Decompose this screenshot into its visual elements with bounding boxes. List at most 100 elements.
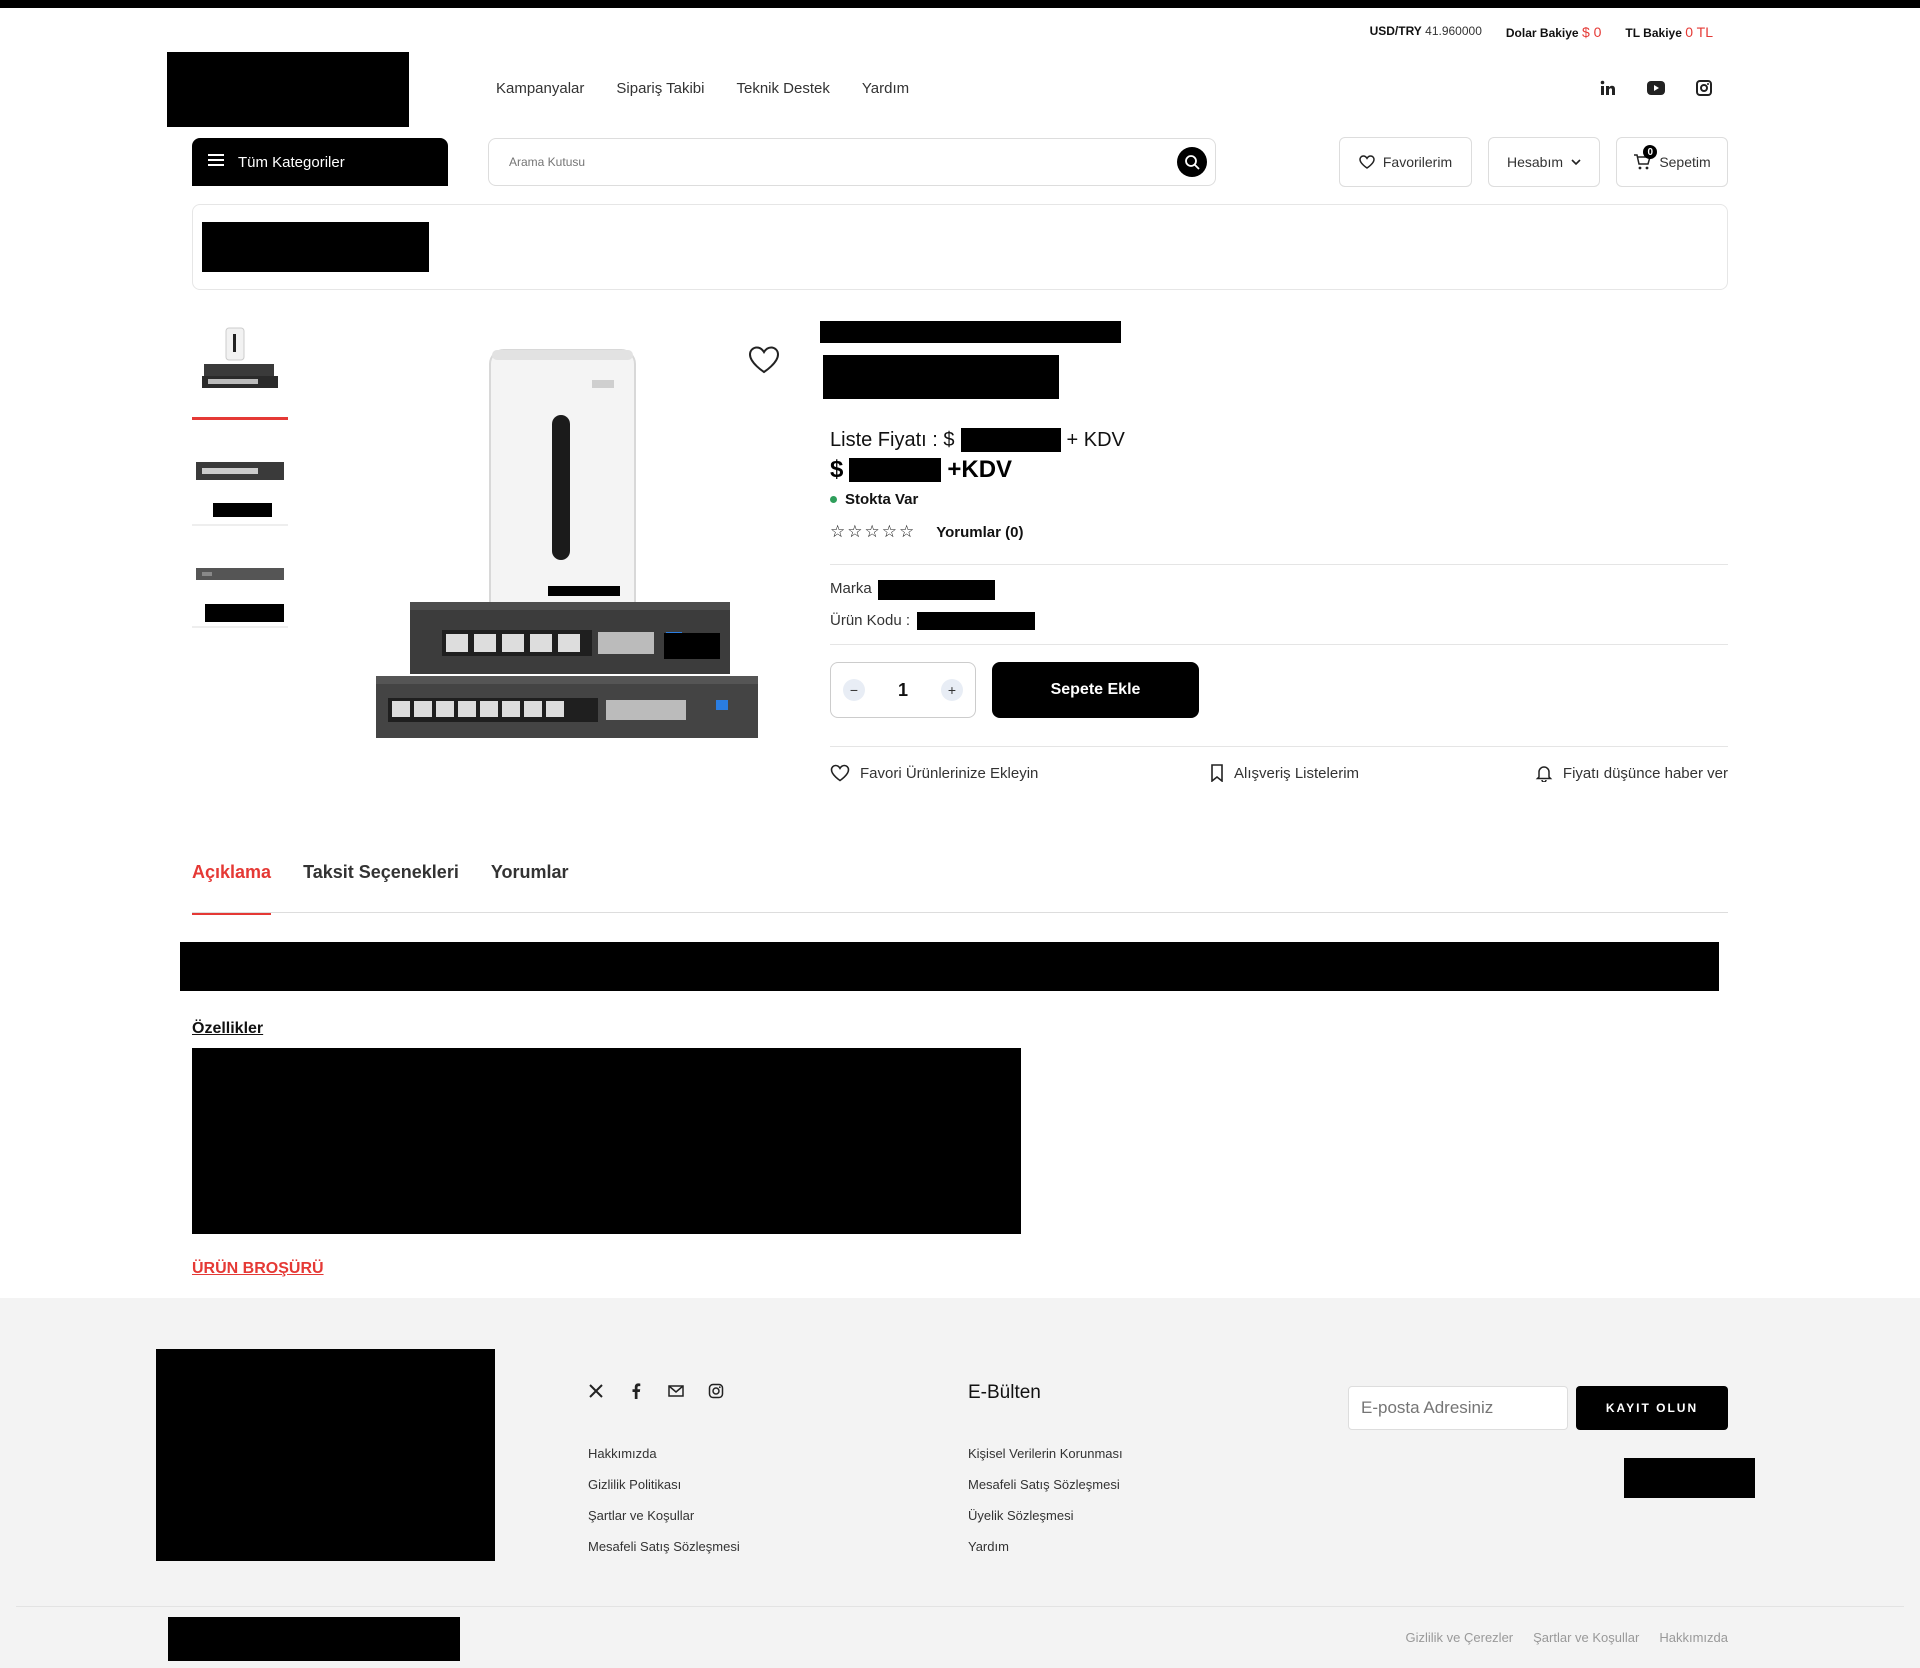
currency-rates: USD/TRY 41.960000 Dolar Bakiye $ 0 TL Ba… — [1370, 24, 1713, 40]
usd-try-label: USD/TRY — [1369, 24, 1422, 38]
thumbnail-1[interactable] — [192, 320, 288, 420]
nav-item-yardim[interactable]: Yardım — [862, 80, 909, 97]
stock-status-label: Stokta Var — [845, 491, 919, 508]
add-favorite-heart-button[interactable] — [748, 345, 784, 381]
stock-dot — [830, 496, 837, 503]
product-image-label-redacted-2 — [664, 633, 720, 659]
account-button[interactable]: Hesabım — [1488, 137, 1600, 187]
thumbnail-3-caption — [205, 604, 284, 622]
nav-item-siparis-takibi[interactable]: Sipariş Takibi — [616, 80, 704, 97]
product-brochure-link[interactable]: ÜRÜN BROŞÜRÜ — [192, 1260, 324, 1278]
footer-social — [587, 1382, 725, 1400]
all-categories-button[interactable]: Tüm Kategoriler — [192, 138, 448, 186]
heart-icon — [748, 346, 780, 374]
linkedin-icon[interactable] — [1598, 78, 1618, 98]
cart-label: Sepetim — [1659, 154, 1711, 170]
bottom-link-sartlar[interactable]: Şartlar ve Koşullar — [1533, 1630, 1639, 1645]
footer-link-hakkimizda[interactable]: Hakkımızda — [588, 1446, 740, 1461]
add-to-favorites-link[interactable]: Favori Ürünlerinize Ekleyin — [830, 764, 1038, 782]
footer-badge-redacted — [1624, 1458, 1755, 1498]
tabs-divider — [192, 912, 1728, 913]
instagram-icon[interactable] — [1694, 78, 1714, 98]
search-button[interactable] — [1177, 147, 1207, 177]
bottom-link-gizlilik-cerezler[interactable]: Gizlilik ve Çerezler — [1406, 1630, 1514, 1645]
footer-links-1: Hakkımızda Gizlilik Politikası Şartlar v… — [588, 1446, 740, 1554]
product-title-line-2 — [823, 355, 1059, 399]
price-alert-label: Fiyatı düşünce haber ver — [1562, 764, 1728, 782]
dollar-balance-value: $ 0 — [1581, 24, 1602, 40]
product-image-label-redacted — [548, 586, 620, 596]
rating: ☆☆☆☆☆ Yorumlar (0) — [830, 522, 1023, 542]
tab-aciklama[interactable]: Açıklama — [192, 862, 272, 915]
favorites-button[interactable]: Favorilerim — [1339, 137, 1472, 187]
instagram-icon[interactable] — [707, 1382, 725, 1400]
list-price-suffix: + KDV — [1066, 428, 1125, 451]
product-image[interactable] — [370, 340, 770, 740]
product-code-row: Ürün Kodu : — [830, 612, 910, 629]
description-redacted — [180, 942, 1719, 991]
x-icon[interactable] — [587, 1382, 605, 1400]
nav-item-kampanyalar[interactable]: Kampanyalar — [496, 80, 584, 97]
heart-icon — [830, 764, 850, 782]
search-box — [488, 138, 1216, 186]
nav-item-teknik-destek[interactable]: Teknik Destek — [737, 80, 830, 97]
price-alert-link[interactable]: Fiyatı düşünce haber ver — [1535, 764, 1728, 782]
footer-link-yardim[interactable]: Yardım — [968, 1539, 1123, 1554]
product-tabs: Açıklama Taksit Seçenekleri Yorumlar — [192, 862, 569, 915]
decrease-quantity-button[interactable]: − — [843, 679, 865, 701]
cart-icon: 0 — [1633, 145, 1658, 170]
tab-taksit-secenekleri[interactable]: Taksit Seçenekleri — [303, 862, 459, 915]
footer-links-2: Kişisel Verilerin Korunması Mesafeli Sat… — [968, 1446, 1123, 1554]
newsletter-title: E-Bülten — [968, 1382, 1041, 1403]
mail-icon[interactable] — [667, 1382, 685, 1400]
footer-link-kvkk[interactable]: Kişisel Verilerin Korunması — [968, 1446, 1123, 1461]
features-title: Özellikler — [192, 1020, 264, 1037]
product-code-label: Ürün Kodu : — [830, 612, 911, 629]
footer-link-sartlar[interactable]: Şartlar ve Koşullar — [588, 1508, 740, 1523]
list-price-value-redacted — [960, 428, 1061, 452]
search-input[interactable] — [509, 155, 1177, 169]
tl-balance-label: TL Bakiye — [1625, 26, 1682, 40]
product-price: $ +KDV — [830, 456, 1012, 484]
quantity-value[interactable]: 1 — [898, 680, 908, 701]
usd-try-rate: USD/TRY 41.960000 — [1370, 24, 1482, 40]
header-social — [1598, 78, 1714, 98]
footer-link-mesafeli-satis[interactable]: Mesafeli Satış Sözleşmesi — [588, 1539, 740, 1554]
favorites-label: Favorilerim — [1382, 154, 1453, 170]
divider — [830, 564, 1728, 565]
footer-logo — [156, 1349, 495, 1561]
increase-quantity-button[interactable]: + — [940, 679, 963, 701]
dollar-balance-label: Dolar Bakiye — [1505, 26, 1579, 40]
breadcrumb-redacted — [202, 222, 429, 272]
star-rating[interactable]: ☆☆☆☆☆ — [830, 522, 916, 542]
thumbnail-2-caption — [213, 503, 272, 517]
top-bar — [0, 0, 1920, 8]
youtube-icon[interactable] — [1646, 78, 1666, 98]
footer-link-gizlilik[interactable]: Gizlilik Politikası — [588, 1477, 740, 1492]
footer-copyright-redacted — [168, 1617, 460, 1661]
brand-label: Marka — [830, 580, 872, 597]
heart-icon — [1359, 155, 1375, 169]
add-to-cart-button[interactable]: Sepete Ekle — [992, 662, 1199, 718]
product-title-line-1 — [820, 321, 1121, 343]
bottom-link-hakkimizda[interactable]: Hakkımızda — [1659, 1630, 1728, 1645]
shopping-lists-label: Alışveriş Listelerim — [1234, 764, 1360, 782]
price-prefix: $ — [830, 456, 844, 483]
brand-row: Marka — [830, 580, 872, 597]
newsletter-subscribe-button[interactable]: KAYIT OLUN — [1576, 1386, 1728, 1430]
price-suffix: +KDV — [947, 456, 1013, 483]
search-icon — [1185, 155, 1200, 170]
site-logo[interactable] — [167, 52, 409, 127]
dollar-balance: Dolar Bakiye $ 0 — [1506, 24, 1602, 40]
shopping-lists-link[interactable]: Alışveriş Listelerim — [1210, 764, 1359, 782]
divider — [830, 644, 1728, 645]
cart-button[interactable]: 0 Sepetim — [1616, 137, 1728, 187]
footer-link-mesafeli-satis-2[interactable]: Mesafeli Satış Sözleşmesi — [968, 1477, 1123, 1492]
menu-icon — [208, 153, 224, 171]
newsletter-email-input[interactable] — [1361, 1398, 1567, 1418]
all-categories-label: Tüm Kategoriler — [238, 153, 345, 171]
facebook-icon[interactable] — [627, 1382, 645, 1400]
tab-yorumlar[interactable]: Yorumlar — [491, 862, 569, 915]
reviews-link[interactable]: Yorumlar (0) — [936, 524, 1023, 541]
footer-link-uyelik[interactable]: Üyelik Sözleşmesi — [968, 1508, 1123, 1523]
